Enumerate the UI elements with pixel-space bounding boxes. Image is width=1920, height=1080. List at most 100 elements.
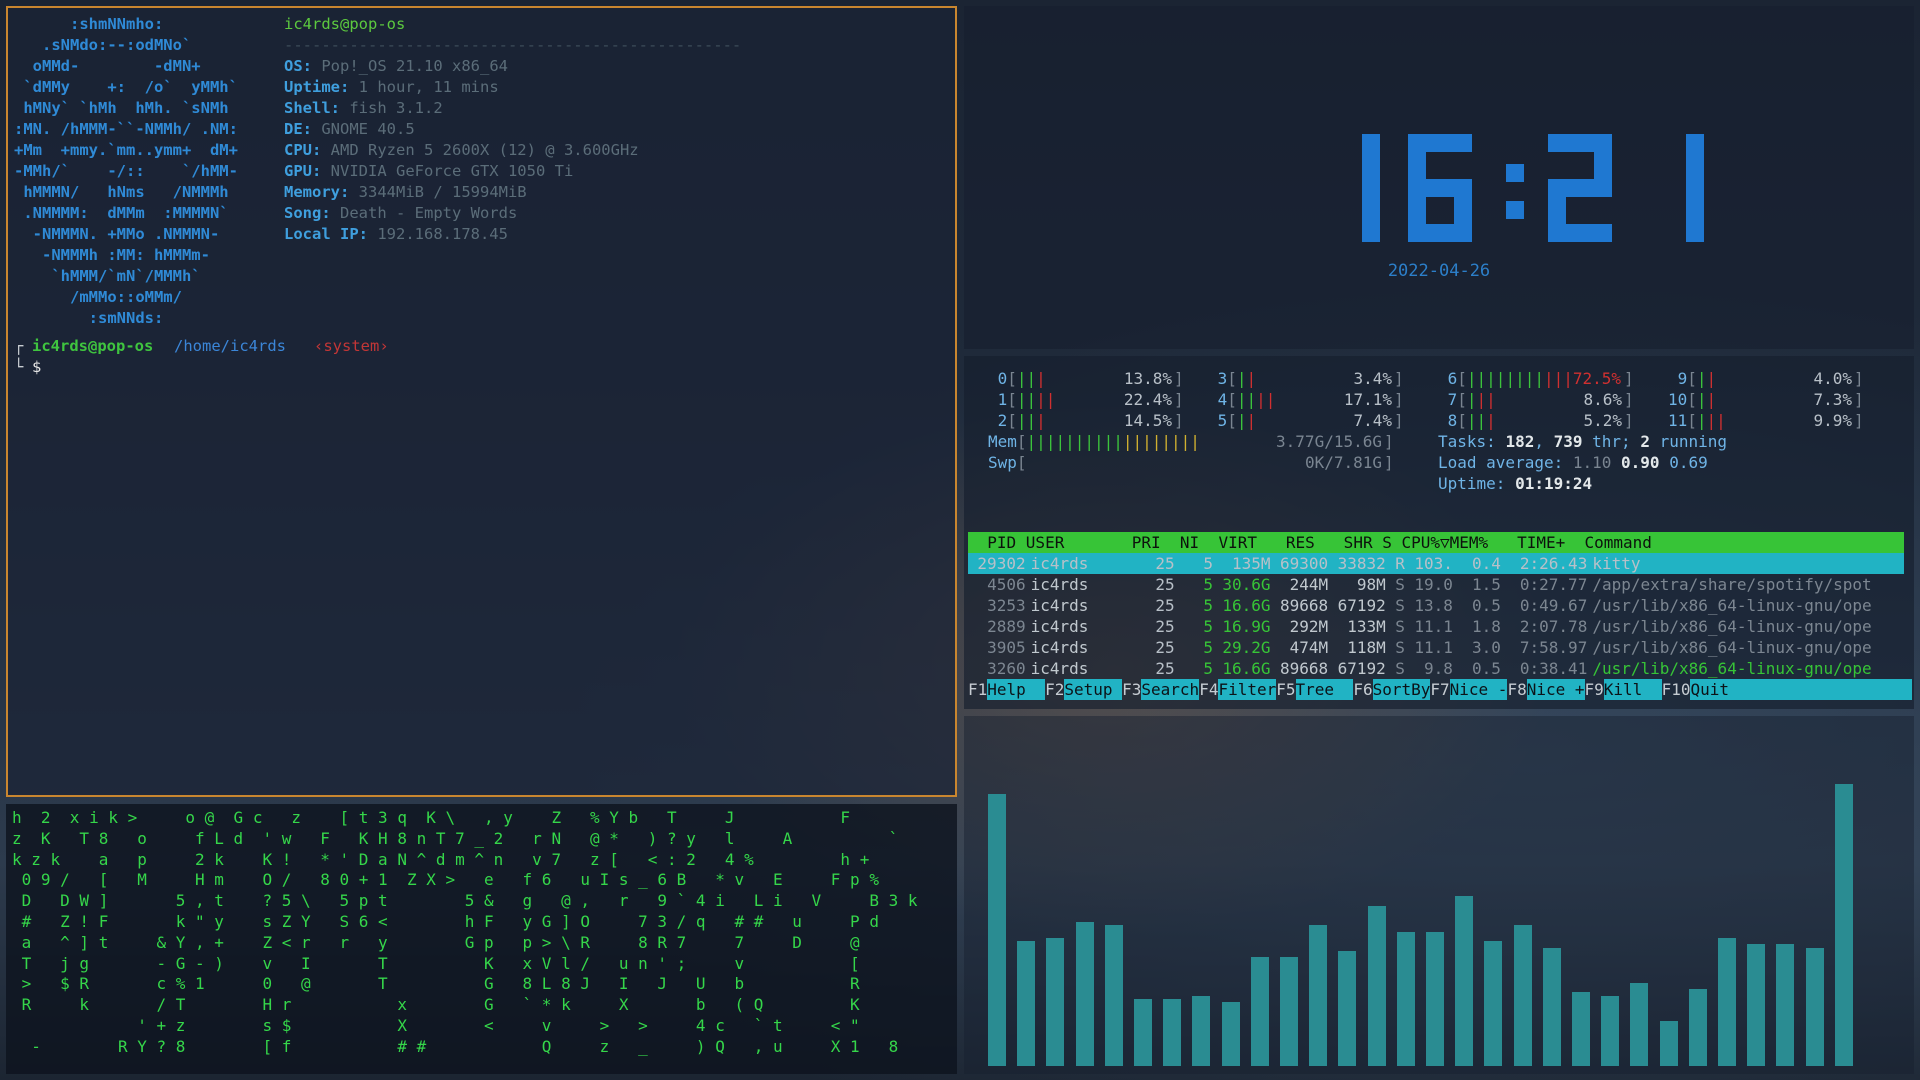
cpu-meter-bracket: [ — [1687, 411, 1697, 430]
fetch-title: ic4rds@pop-os — [284, 15, 406, 33]
visualizer-bar — [988, 794, 1006, 1066]
process-pid: 3260 — [987, 659, 1026, 678]
fkey-f2[interactable]: F2 — [1045, 680, 1064, 699]
cpu-meter-bracket: [ — [1457, 369, 1467, 388]
cpu-meter-bracket-close: ] — [1624, 411, 1634, 430]
fkey-f10[interactable]: F10 — [1662, 680, 1691, 699]
matrix-line: D D W ] 5 , t ? 5 \ 5 p t 5 & g @ , r 9 … — [12, 891, 918, 911]
fetch-value: 1 hour, 11 mins — [358, 78, 499, 96]
fkey-label-f7[interactable]: Nice - — [1449, 679, 1508, 700]
cpu-meter-sys-bar: |||72.5% — [1543, 369, 1622, 388]
prompt-git-tag: ‹system› — [314, 337, 389, 355]
visualizer-bar — [1309, 925, 1328, 1066]
process-nice: 5 — [1203, 638, 1213, 657]
fkey-label-f3[interactable]: Search — [1141, 679, 1200, 700]
visualizer-bar — [1718, 938, 1736, 1066]
cpu-meter-user-bar: || — [1016, 369, 1037, 388]
matrix-line: a ^ ] t & Y , + Z < r r y G p p > \ R 8 … — [12, 932, 860, 952]
process-shr: 33832 — [1337, 554, 1386, 573]
cpu-meter-percent: 14.5% — [1123, 411, 1172, 430]
fkey-f8[interactable]: F8 — [1507, 680, 1526, 699]
process-res: 474M — [1289, 638, 1329, 657]
swap-meter-label: Swp — [988, 453, 1017, 472]
cpu-meter-id: 0 — [988, 369, 1008, 388]
process-priority: 25 — [1155, 659, 1175, 678]
logo-line: :smNNds: — [14, 309, 164, 327]
process-res: 89668 — [1279, 659, 1329, 678]
fetch-value: fish 3.1.2 — [349, 99, 443, 117]
process-row[interactable]: 3253 ic4rds 25 5 16.6G 89668 67192 S 13.8 0.5 0:49… — [968, 595, 1880, 616]
process-virt: 16.6G — [1222, 659, 1271, 678]
fkey-label-f8[interactable]: Nice + — [1526, 679, 1585, 700]
fetch-key: DE — [284, 120, 303, 138]
fkey-f6[interactable]: F6 — [1353, 680, 1372, 699]
fkey-f9[interactable]: F9 — [1585, 680, 1604, 699]
swap-bracket: [ — [1016, 453, 1027, 472]
logo-line: `dMMy +: /o` yMMh` — [14, 78, 238, 96]
process-res: 69300 — [1279, 554, 1329, 573]
logo-line: /mMMo::oMMm/ — [14, 288, 182, 306]
load-label: Load average: — [1438, 453, 1573, 472]
process-row[interactable]: 3905 ic4rds 25 5 29.2G 474M 118M S 11.1 3.0 7:58.9… — [968, 637, 1880, 658]
cpu-meter-user-bar: |||||||| — [1466, 369, 1544, 388]
matrix-line: ' + z s $ X < v > > 4 c ` t < " — [12, 1016, 860, 1035]
process-priority: 25 — [1155, 575, 1175, 594]
process-table-header[interactable]: PID USER PRI NI VIRT RES SHR S CPU%▽MEM%… — [968, 532, 1904, 553]
mem-meter: Mem[|||||||||||||||||| — [988, 431, 1200, 452]
fkey-label-f4[interactable]: Filter — [1218, 679, 1277, 700]
process-row-selected[interactable]: 29302 ic4rds 25 5 135M 69300 33832 R 103. 0.4 2:26… — [968, 553, 1904, 574]
cpu-meter-id: 5 — [1208, 411, 1228, 430]
fkey-label-f5[interactable]: Tree — [1295, 679, 1354, 700]
fetch-row: Uptime: 1 hour, 11 mins — [284, 77, 499, 98]
fkey-f1[interactable]: F1 — [968, 680, 987, 699]
process-mem: 0.4 — [1472, 554, 1501, 573]
fkey-label-f10[interactable]: Quit — [1690, 679, 1913, 700]
process-row[interactable]: 4506 ic4rds 25 5 30.6G 244M 98M S 19.0 1.5 0:27.77… — [968, 574, 1880, 595]
visualizer-bar — [1484, 941, 1503, 1066]
visualizer-bar — [1805, 948, 1824, 1066]
fetch-key: OS — [284, 57, 303, 75]
process-user: ic4rds — [1030, 638, 1089, 657]
process-cpu: 11.1 — [1414, 638, 1453, 657]
process-pid: 2889 — [987, 617, 1026, 636]
terminal-neofetch-pane[interactable]: :shmNNmho: .sNMdo:--:odMNo` oMMd- -dMN+ … — [6, 6, 957, 797]
process-state: S — [1395, 575, 1405, 594]
logo-line: .sNMdo:--:odMNo` — [14, 36, 192, 54]
logo-line: hMNy` `hMh hMh. `sNMh — [14, 99, 229, 117]
process-pid: 3253 — [987, 596, 1026, 615]
logo-line: .NMMMM: dMMm :MMMMN` — [14, 204, 229, 222]
cpu-meter-percent: 3.4% — [1353, 369, 1392, 388]
process-user: ic4rds — [1030, 575, 1089, 594]
visualizer-bar — [1426, 932, 1444, 1066]
fkey-f7[interactable]: F7 — [1430, 680, 1449, 699]
cpu-meter-bracket-close: ] — [1174, 369, 1184, 388]
fkey-label-f9[interactable]: Kill — [1603, 679, 1662, 700]
fkey-f5[interactable]: F5 — [1276, 680, 1295, 699]
fkey-f4[interactable]: F4 — [1199, 680, 1218, 699]
process-row[interactable]: 3260 ic4rds 25 5 16.6G 89668 67192 S 9.8 0.5 0:38.… — [968, 658, 1880, 679]
process-state: S — [1395, 617, 1405, 636]
logo-line: +Mm +mmy.`mm..ymm+ dM+ — [14, 141, 238, 159]
process-row-selected-content[interactable]: 29302 ic4rds 25 5 135M 69300 33832 R 103. 0.4 2:26… — [968, 553, 1880, 574]
fkey-label-f6[interactable]: SortBy — [1372, 679, 1431, 700]
fkey-label-f2[interactable]: Setup — [1064, 679, 1123, 700]
htop-function-key-bar[interactable]: F1Help F2Setup F3SearchF4FilterF5Tree F6… — [968, 679, 1913, 700]
cpu-meter-percent: 9.9% — [1813, 411, 1852, 430]
tasks-comma: , — [1534, 432, 1554, 451]
cpu-meter-id: 3 — [1208, 369, 1228, 388]
fkey-f3[interactable]: F3 — [1122, 680, 1141, 699]
cpu-meter-percent: 22.4% — [1123, 390, 1172, 409]
process-nice: 5 — [1203, 659, 1213, 678]
tasks-line: Tasks: 182, 739 thr; 2 running — [1438, 431, 1727, 452]
process-command: /usr/lib/x86_64-linux-gnu/ope — [1592, 617, 1872, 636]
tasks-running-label: running — [1649, 432, 1728, 451]
matrix-line: R k / T H r x G ` * k X b ( Q K — [12, 995, 860, 1015]
htop-pane[interactable]: 0[||| 13.8%] 1[|||| 22.4%] 2[||| 14.5%] 3[|… — [964, 356, 1914, 709]
cpu-meter-bracket: [ — [1227, 369, 1237, 388]
fetch-colon: : — [358, 225, 378, 243]
fetch-value: 3344MiB / 15994MiB — [358, 183, 527, 201]
fkey-label-f1[interactable]: Help — [987, 679, 1046, 700]
process-row[interactable]: 2889 ic4rds 25 5 16.9G 292M 133M S 11.1 1.8 2:07.7… — [968, 616, 1880, 637]
matrix-line: 0 9 / [ M H m O / 8 0 + 1 Z X > e f 6 u … — [12, 870, 879, 890]
process-time: 0:38.41 — [1519, 659, 1588, 678]
